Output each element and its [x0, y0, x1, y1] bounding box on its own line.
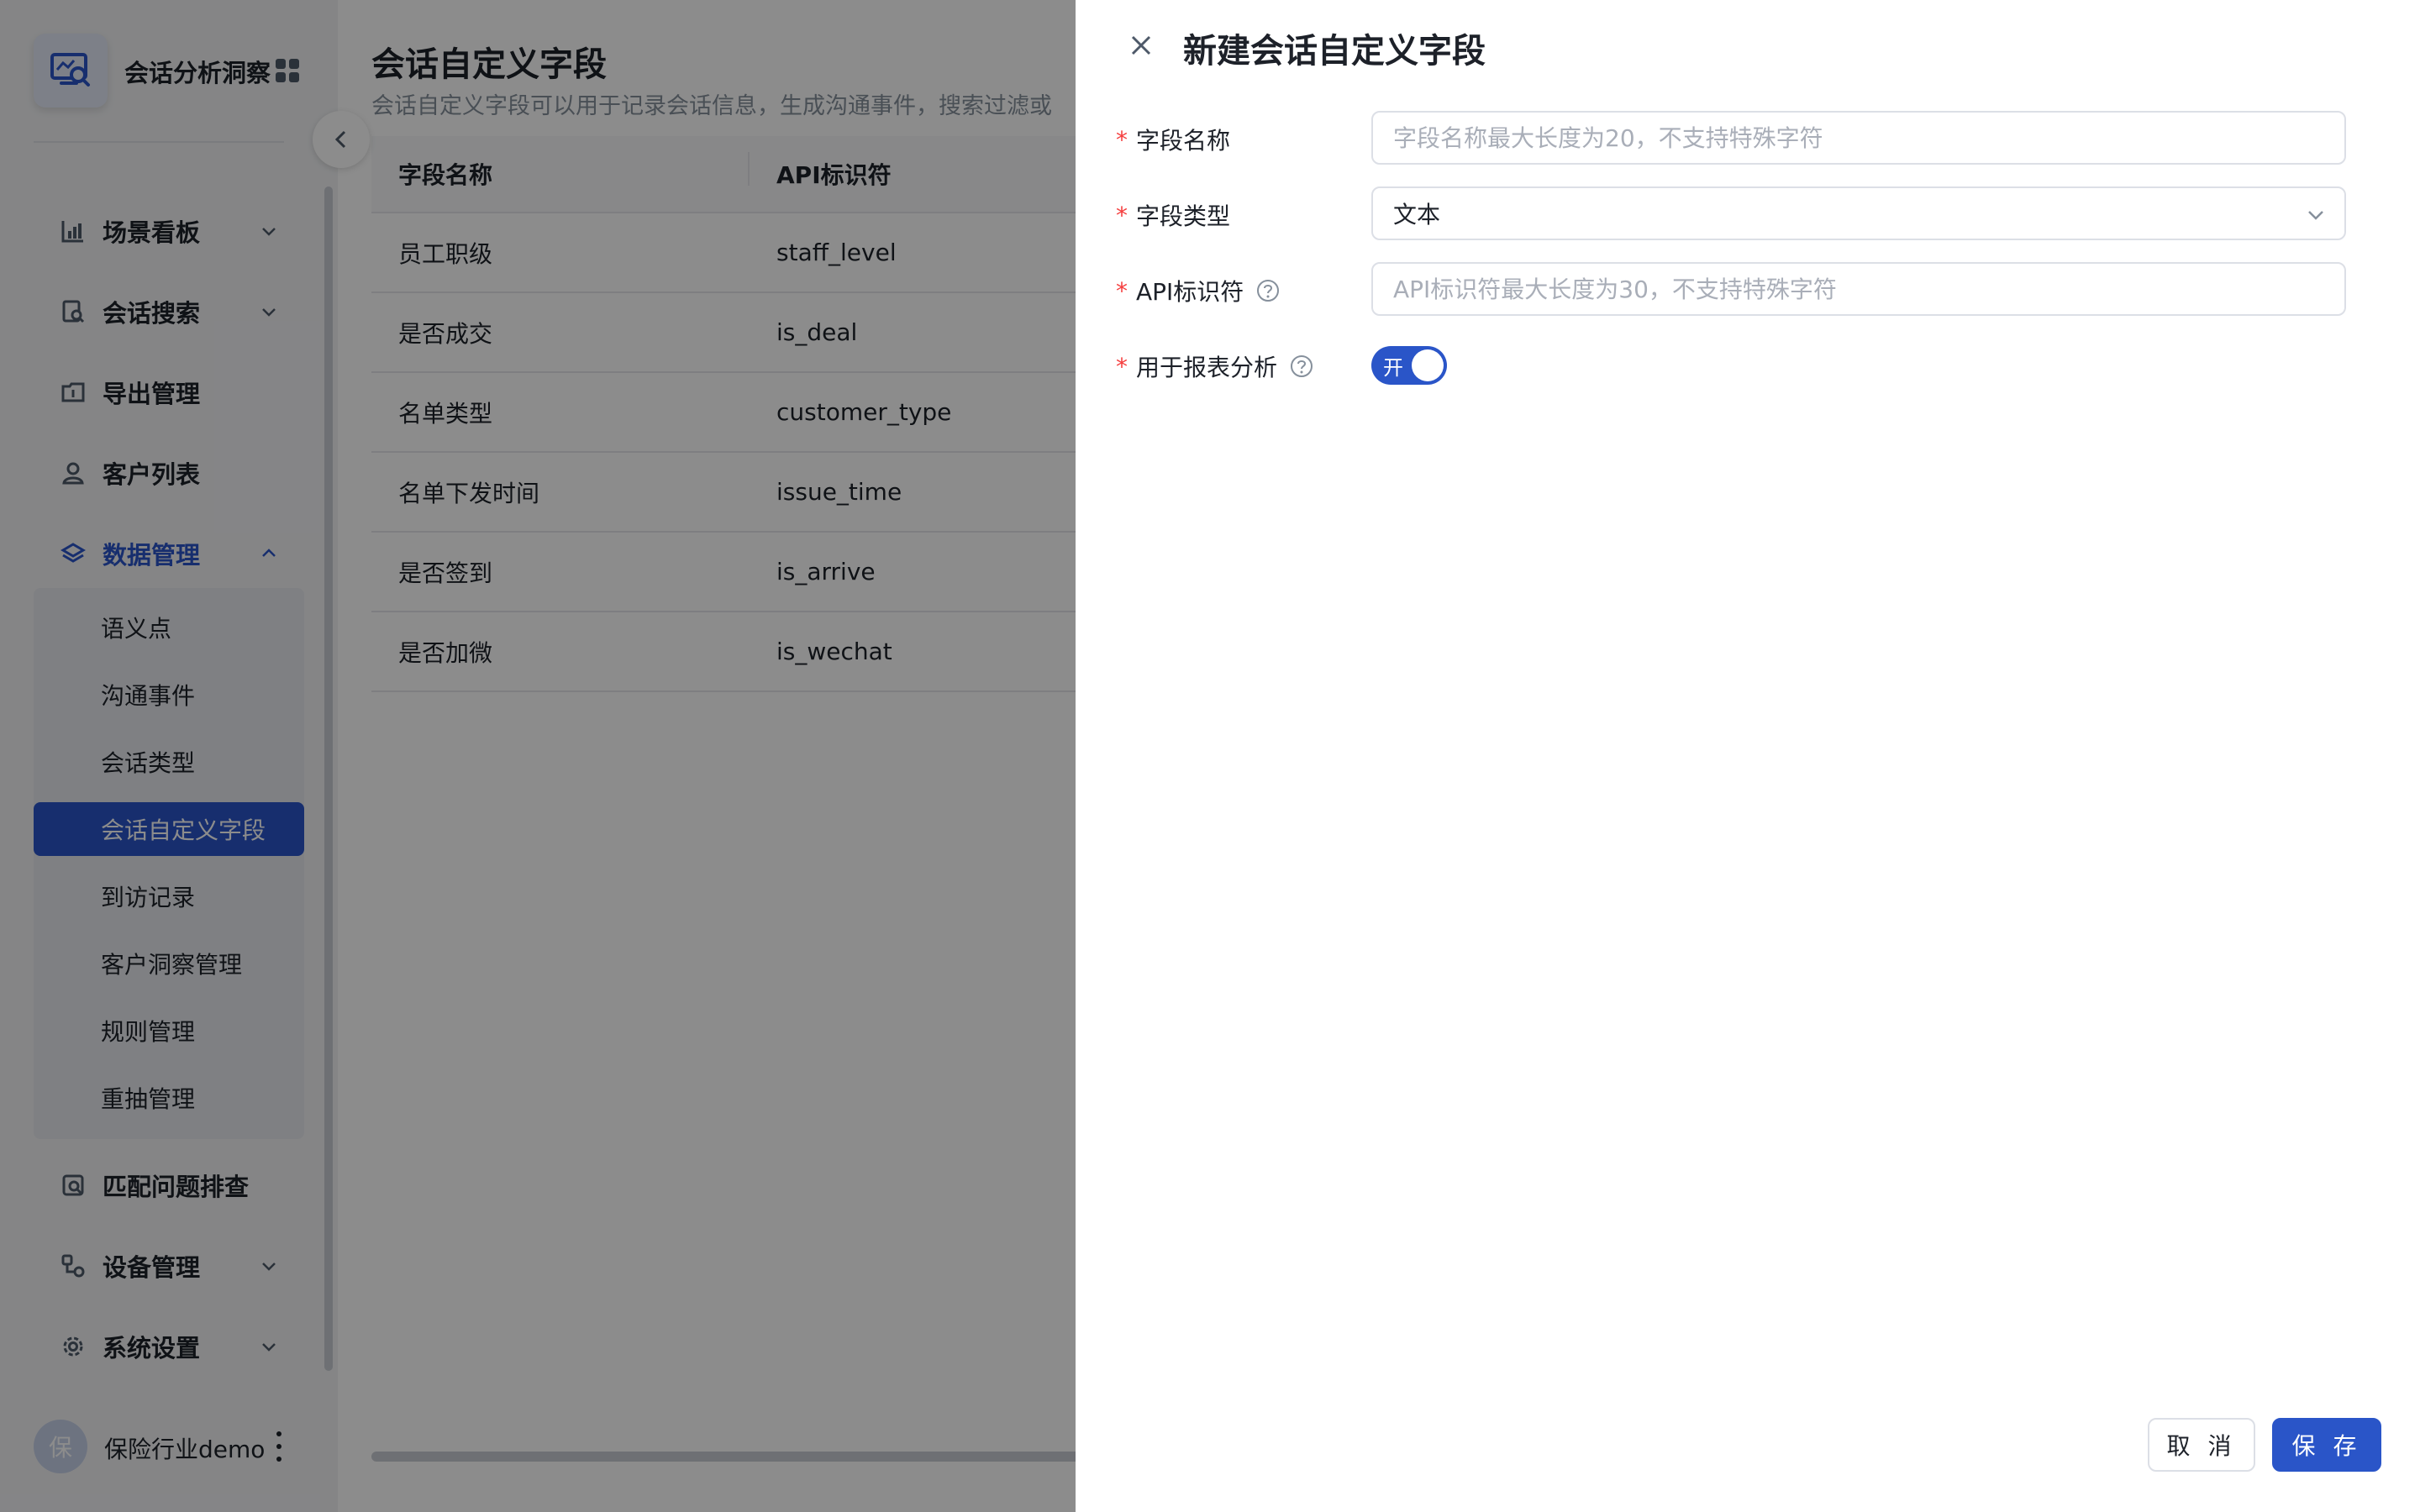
label-text: 字段名称: [1136, 127, 1231, 155]
api-identifier-label: * API标识符: [1116, 274, 1281, 307]
field-type-label: * 字段类型: [1116, 198, 1230, 232]
report-analysis-switch[interactable]: 开: [1371, 346, 1447, 385]
api-identifier-input[interactable]: [1371, 262, 2346, 316]
field-name-input[interactable]: [1371, 111, 2346, 165]
switch-text: 开: [1383, 356, 1403, 380]
question-circle-icon[interactable]: [1255, 278, 1281, 303]
drawer-title: 新建会话自定义字段: [1183, 32, 1486, 71]
save-button[interactable]: 保 存: [2272, 1418, 2381, 1472]
cancel-button[interactable]: 取 消: [2148, 1418, 2255, 1472]
label-text: API标识符: [1136, 278, 1244, 306]
required-mark: *: [1116, 276, 1128, 305]
new-field-drawer: 新建会话自定义字段 * 字段名称 * 字段类型 文本 * API标识符 * 用于…: [1076, 0, 2420, 1512]
required-mark: *: [1116, 125, 1128, 154]
label-text: 用于报表分析: [1136, 354, 1278, 381]
report-analysis-label: * 用于报表分析: [1116, 349, 1314, 383]
field-type-select[interactable]: 文本: [1371, 186, 2346, 240]
select-value: 文本: [1393, 201, 1441, 228]
switch-knob: [1412, 349, 1444, 381]
close-icon: [1131, 35, 1151, 55]
required-mark: *: [1116, 201, 1128, 229]
close-button[interactable]: [1126, 30, 1156, 60]
chevron-down-icon: [2308, 211, 2323, 220]
label-text: 字段类型: [1136, 202, 1231, 230]
question-circle-icon[interactable]: [1289, 354, 1314, 379]
field-name-label: * 字段名称: [1116, 123, 1230, 156]
modal-mask[interactable]: [0, 0, 1076, 1512]
required-mark: *: [1116, 352, 1128, 381]
